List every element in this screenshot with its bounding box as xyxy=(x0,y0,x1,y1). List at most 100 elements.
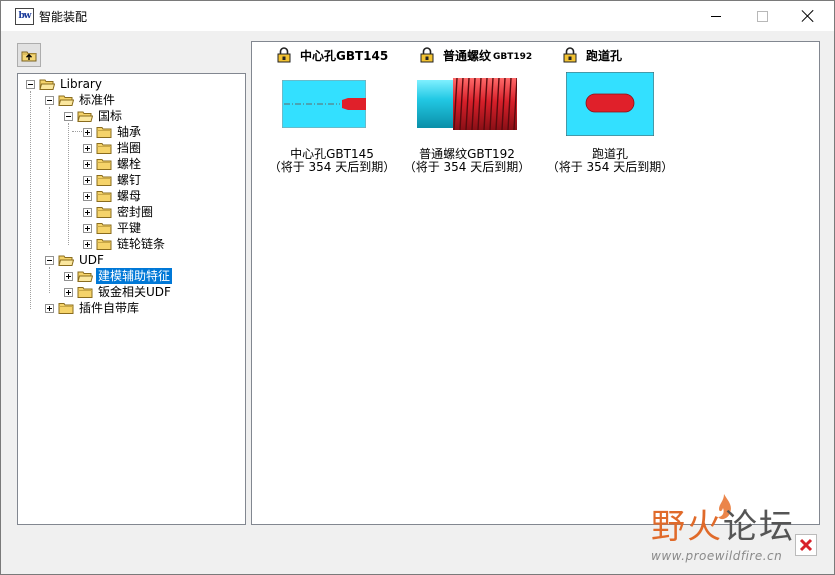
folder-icon xyxy=(96,127,112,138)
item-title-suffix: GBT192 xyxy=(493,51,533,62)
corner-close-button[interactable] xyxy=(795,534,817,556)
tree-line xyxy=(49,107,50,245)
folder-icon xyxy=(96,207,112,218)
tree-node-screw[interactable]: 螺钉 xyxy=(83,172,143,188)
item-caption-expiry: （将于 354 天后到期） xyxy=(403,160,531,174)
watermark-text-part2: 论坛 xyxy=(723,507,795,547)
tree-node-sheetmetal-udf[interactable]: 钣金相关UDF xyxy=(64,284,173,300)
expand-toggle-icon[interactable] xyxy=(83,239,92,249)
lock-icon xyxy=(277,47,291,63)
expand-toggle-icon[interactable] xyxy=(83,175,92,185)
folder-icon xyxy=(96,175,112,186)
lock-icon xyxy=(563,47,577,63)
folder-icon xyxy=(96,191,112,202)
center-hole-thumbnail xyxy=(282,80,366,128)
folder-icon xyxy=(77,287,93,298)
tree-node-label: 挡圈 xyxy=(117,141,142,155)
expand-toggle-icon[interactable] xyxy=(83,127,92,137)
library-tree[interactable]: Library 标准件 国标 轴承 挡圈 螺栓 螺钉 螺母 密封圈 平键 链轮链… xyxy=(18,74,245,524)
item-caption: 普通螺纹GBT192 （将于 354 天后到期） xyxy=(401,148,533,174)
expand-toggle-icon[interactable] xyxy=(83,159,92,169)
tree-line xyxy=(68,123,69,245)
folder-icon xyxy=(96,239,112,250)
library-item-racetrack-hole[interactable]: 跑道孔 跑道孔 （将于 354 天后到期） xyxy=(547,42,712,182)
tree-node-bearing[interactable]: 轴承 xyxy=(83,124,143,140)
tree-node-standard-parts[interactable]: 标准件 xyxy=(45,92,117,108)
item-title: 中心孔GBT145 xyxy=(300,48,389,63)
expand-toggle-icon[interactable] xyxy=(83,143,92,153)
tree-node-plugin-library[interactable]: 插件自带库 xyxy=(45,300,141,316)
library-items-panel[interactable]: 中心孔GBT145 中心孔GBT145 （将于 354 天后到期） 普通螺纹 G… xyxy=(251,41,820,525)
expand-toggle-icon[interactable] xyxy=(64,271,73,281)
title-bar: bw 智能装配 xyxy=(1,1,834,31)
folder-up-icon xyxy=(21,51,37,62)
tree-node-label: 钣金相关UDF xyxy=(98,285,171,299)
tree-line xyxy=(30,91,31,309)
folder-icon xyxy=(58,303,74,314)
watermark-text-part1: 野火 xyxy=(651,507,723,547)
tree-node-label: Library xyxy=(60,77,102,91)
folder-icon xyxy=(96,223,112,234)
tree-node-label: 螺母 xyxy=(117,189,142,203)
tree-node-udf[interactable]: UDF xyxy=(45,252,106,268)
expand-toggle-icon[interactable] xyxy=(64,287,73,297)
window-title: 智能装配 xyxy=(39,10,88,24)
folder-open-icon xyxy=(77,271,93,282)
item-header: 普通螺纹 GBT192 xyxy=(419,46,532,64)
item-title: 跑道孔 xyxy=(586,48,623,63)
library-item-center-hole[interactable]: 中心孔GBT145 中心孔GBT145 （将于 354 天后到期） xyxy=(269,42,422,182)
red-x-icon xyxy=(799,538,813,552)
tree-node-label: 螺钉 xyxy=(117,173,142,187)
folder-up-button[interactable] xyxy=(17,43,41,67)
tree-node-retaining-ring[interactable]: 挡圈 xyxy=(83,140,143,156)
folder-icon xyxy=(96,143,112,154)
close-button[interactable] xyxy=(785,1,831,31)
expand-toggle-icon[interactable] xyxy=(83,207,92,217)
expand-toggle-icon[interactable] xyxy=(83,191,92,201)
tree-node-label: 标准件 xyxy=(79,93,116,107)
folder-icon xyxy=(96,159,112,170)
tree-line xyxy=(49,267,50,293)
collapse-toggle-icon[interactable] xyxy=(45,95,54,105)
minimize-icon xyxy=(711,15,721,17)
minimize-button[interactable] xyxy=(693,1,739,31)
item-caption-expiry: （将于 354 天后到期） xyxy=(546,160,674,174)
lock-icon xyxy=(420,47,434,63)
close-icon xyxy=(802,10,814,22)
tree-node-nut[interactable]: 螺母 xyxy=(83,188,143,204)
tree-node-label: 轴承 xyxy=(117,125,142,139)
library-tree-panel[interactable]: Library 标准件 国标 轴承 挡圈 螺栓 螺钉 螺母 密封圈 平键 链轮链… xyxy=(17,73,246,525)
app-icon: bw xyxy=(15,8,34,25)
folder-open-icon xyxy=(77,111,93,122)
collapse-toggle-icon[interactable] xyxy=(26,79,35,89)
tree-node-label: 国标 xyxy=(98,109,123,123)
folder-open-icon xyxy=(58,95,74,106)
tree-node-modeling-aux[interactable]: 建模辅助特征 xyxy=(64,267,174,285)
racetrack-hole-thumbnail xyxy=(566,72,654,136)
expand-toggle-icon[interactable] xyxy=(83,223,92,233)
tree-node-library[interactable]: Library xyxy=(26,76,104,92)
collapse-toggle-icon[interactable] xyxy=(64,111,73,121)
item-caption-expiry: （将于 354 天后到期） xyxy=(268,160,396,174)
tree-node-flat-key[interactable]: 平键 xyxy=(83,220,143,236)
item-header: 中心孔GBT145 xyxy=(276,46,388,64)
tree-node-label: UDF xyxy=(79,253,104,267)
expand-toggle-icon[interactable] xyxy=(45,303,54,313)
tree-node-sprocket-chain[interactable]: 链轮链条 xyxy=(83,236,167,252)
smart-assembly-window: bw 智能装配 Library 标准件 国标 轴承 挡圈 螺栓 螺钉 螺母 密封… xyxy=(0,0,835,575)
item-caption: 中心孔GBT145 （将于 354 天后到期） xyxy=(266,148,398,174)
tree-node-label: 密封圈 xyxy=(117,205,154,219)
maximize-button[interactable] xyxy=(739,1,785,31)
tree-node-label: 平键 xyxy=(117,221,142,235)
item-caption: 跑道孔 （将于 354 天后到期） xyxy=(544,148,676,174)
tree-node-gb[interactable]: 国标 xyxy=(64,108,124,124)
tree-node-seal-ring[interactable]: 密封圈 xyxy=(83,204,155,220)
collapse-toggle-icon[interactable] xyxy=(45,255,54,265)
folder-open-icon xyxy=(39,79,55,90)
tree-node-bolt[interactable]: 螺栓 xyxy=(83,156,143,172)
maximize-icon xyxy=(756,10,768,22)
tree-node-label: 螺栓 xyxy=(117,157,142,171)
tree-node-label: 链轮链条 xyxy=(117,237,166,251)
watermark-text: 野火论坛 xyxy=(651,509,795,545)
item-title: 普通螺纹 xyxy=(443,48,492,63)
